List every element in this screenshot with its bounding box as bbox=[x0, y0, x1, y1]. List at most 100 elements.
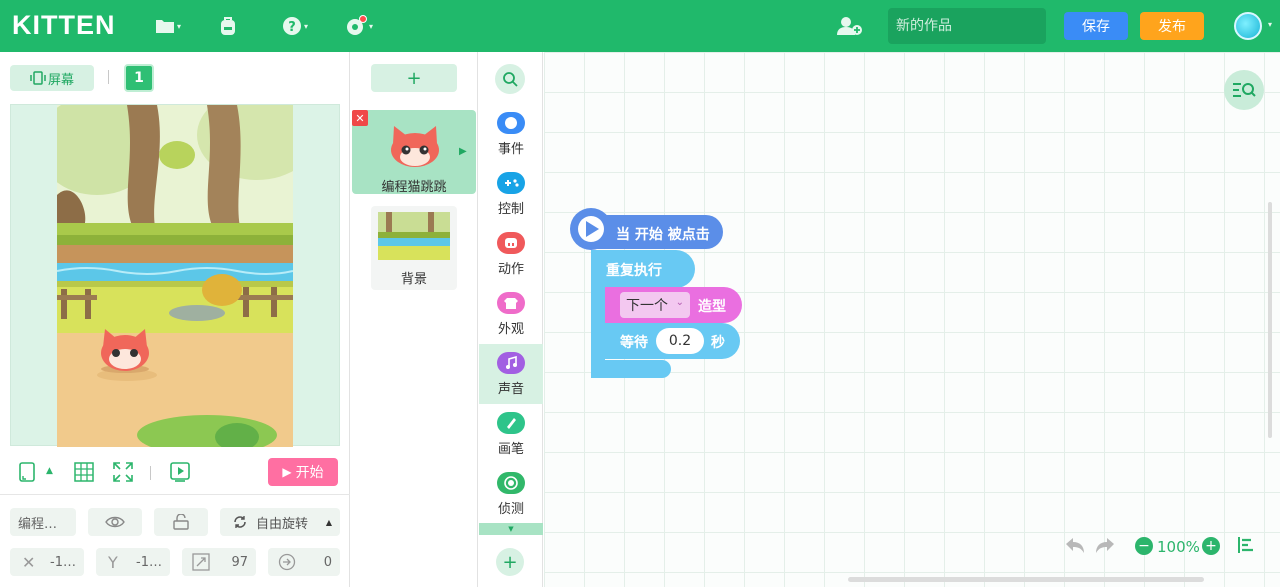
zoom-in-button[interactable]: + bbox=[1202, 537, 1220, 555]
settings-menu-button[interactable]: ▾ bbox=[345, 14, 373, 38]
minus-icon: − bbox=[1138, 538, 1150, 554]
category-pen[interactable]: 画笔 bbox=[479, 404, 543, 464]
play-icon: ▶ bbox=[282, 465, 292, 479]
add-extension-button[interactable]: + bbox=[496, 548, 524, 576]
stage-panel: 屏幕 1 ▲ ▶ 开始 编程… 自由旋转 ▲ ✕ -1… Y -1… 97 0 bbox=[0, 52, 350, 587]
folder-icon bbox=[156, 20, 174, 33]
stage-canvas[interactable] bbox=[10, 104, 340, 447]
cat-sprite bbox=[101, 329, 149, 373]
seconds-label: 秒 bbox=[711, 335, 725, 351]
divider bbox=[108, 70, 109, 84]
svg-text:?: ? bbox=[288, 20, 296, 35]
app-logo[interactable]: KITTEN bbox=[12, 10, 116, 41]
backpack-button[interactable] bbox=[218, 14, 238, 38]
category-label: 动作 bbox=[497, 262, 524, 277]
block-search-button[interactable] bbox=[495, 64, 525, 94]
sprite-name-field[interactable]: 编程… bbox=[10, 508, 76, 536]
rotation-mode-select[interactable]: 自由旋转 ▲ bbox=[220, 508, 340, 536]
x-icon: ✕ bbox=[22, 552, 36, 572]
costume-option: 下一个 bbox=[626, 298, 668, 314]
add-user-icon bbox=[837, 17, 862, 35]
horizontal-scrollbar[interactable] bbox=[848, 577, 1204, 582]
vertical-scrollbar[interactable] bbox=[1268, 202, 1272, 438]
scene-tab[interactable]: 1 bbox=[124, 64, 154, 92]
divider bbox=[0, 494, 350, 495]
y-icon: Y bbox=[108, 552, 118, 572]
sprite-name-value: 编程… bbox=[18, 516, 58, 532]
add-sprite-button[interactable]: + bbox=[371, 64, 457, 92]
sprite-name-label: 编程猫跳跳 bbox=[381, 180, 447, 195]
costume-dropdown[interactable]: 下一个 ⌄ bbox=[620, 292, 690, 318]
chevron-up-icon: ▲ bbox=[325, 517, 332, 527]
stage-toolbar: ▲ ▶ 开始 bbox=[0, 456, 350, 492]
category-sound[interactable]: 声音 bbox=[479, 344, 543, 404]
background-name-label: 背景 bbox=[400, 272, 427, 287]
x-position-field[interactable]: ✕ -1… bbox=[10, 548, 84, 576]
repeat-block-label: 重复执行 bbox=[606, 263, 662, 279]
motion-icon bbox=[497, 232, 525, 254]
player-mode-button[interactable] bbox=[170, 462, 190, 486]
block-category-panel: 事件 控制 动作 外观 声音 画笔 侦测 ▼ + bbox=[479, 52, 543, 587]
category-events[interactable]: 事件 bbox=[479, 104, 543, 164]
chevron-right-icon[interactable]: ▶ bbox=[459, 146, 467, 157]
control-icon bbox=[497, 172, 525, 194]
screen-icon bbox=[30, 71, 46, 85]
grid-toggle-button[interactable] bbox=[74, 462, 94, 486]
plus-icon: + bbox=[1205, 538, 1217, 554]
sprite-panel: + ✕ ▶ 编程猫跳跳 背景 bbox=[351, 52, 478, 587]
delete-sprite-button[interactable]: ✕ bbox=[352, 110, 368, 126]
visibility-toggle[interactable] bbox=[88, 508, 142, 536]
fullscreen-button[interactable] bbox=[113, 462, 133, 486]
hat-block-label: 当 开始 被点击 bbox=[616, 227, 710, 243]
workspace-search-button[interactable] bbox=[1224, 70, 1264, 110]
screen-toggle-button[interactable]: 屏幕 bbox=[10, 65, 94, 91]
stage-size-button[interactable] bbox=[18, 462, 36, 486]
project-title-input[interactable] bbox=[888, 8, 1046, 44]
chevron-down-icon[interactable]: ▾ bbox=[1268, 20, 1272, 29]
phone-icon bbox=[19, 462, 35, 482]
save-button[interactable]: 保存 bbox=[1064, 12, 1128, 40]
category-control[interactable]: 控制 bbox=[479, 164, 543, 224]
cat-sprite-thumbnail bbox=[391, 126, 439, 167]
help-menu-button[interactable]: ? ▾ bbox=[282, 14, 308, 38]
music-note-icon bbox=[497, 352, 525, 374]
play-screen-icon bbox=[170, 462, 190, 482]
sensing-icon bbox=[497, 472, 525, 494]
category-label: 画笔 bbox=[497, 442, 524, 457]
collaborate-button[interactable] bbox=[836, 14, 864, 38]
code-workspace[interactable]: − 100% + bbox=[544, 52, 1280, 587]
publish-button[interactable]: 发布 bbox=[1140, 12, 1204, 40]
direction-value: 0 bbox=[323, 554, 332, 570]
category-motion[interactable]: 动作 bbox=[479, 224, 543, 284]
background-thumbnail bbox=[378, 212, 450, 260]
file-menu-button[interactable]: ▾ bbox=[155, 14, 181, 38]
start-button[interactable]: ▶ 开始 bbox=[268, 458, 338, 486]
search-list-icon bbox=[1233, 83, 1256, 97]
lock-toggle[interactable] bbox=[154, 508, 208, 536]
rotate-icon bbox=[234, 516, 246, 528]
resize-icon bbox=[192, 553, 210, 571]
zoom-out-button[interactable]: − bbox=[1135, 537, 1153, 555]
y-position-field[interactable]: Y -1… bbox=[96, 548, 170, 576]
undo-button[interactable] bbox=[1064, 536, 1086, 560]
category-looks[interactable]: 外观 bbox=[479, 284, 543, 344]
chevron-up-icon[interactable]: ▲ bbox=[46, 466, 53, 476]
avatar[interactable] bbox=[1234, 12, 1262, 40]
close-icon: ✕ bbox=[355, 111, 365, 125]
category-scroll-down[interactable]: ▼ bbox=[479, 523, 543, 535]
arrange-blocks-button[interactable] bbox=[1237, 536, 1255, 558]
category-label: 控制 bbox=[497, 202, 524, 217]
chevron-down-icon: ▾ bbox=[369, 21, 374, 31]
wait-seconds-input[interactable]: 0.2 bbox=[656, 328, 704, 354]
direction-field[interactable]: 0 bbox=[268, 548, 340, 576]
start-label: 开始 bbox=[295, 465, 324, 481]
pen-icon bbox=[497, 412, 525, 434]
category-label: 侦测 bbox=[497, 502, 524, 517]
redo-button[interactable] bbox=[1094, 536, 1116, 560]
category-label: 事件 bbox=[497, 142, 524, 157]
category-sensing[interactable]: 侦测 bbox=[479, 464, 543, 524]
looks-icon bbox=[497, 292, 525, 314]
chevron-down-icon: ▼ bbox=[508, 525, 514, 533]
size-field[interactable]: 97 bbox=[182, 548, 256, 576]
screen-label: 屏幕 bbox=[47, 72, 74, 88]
